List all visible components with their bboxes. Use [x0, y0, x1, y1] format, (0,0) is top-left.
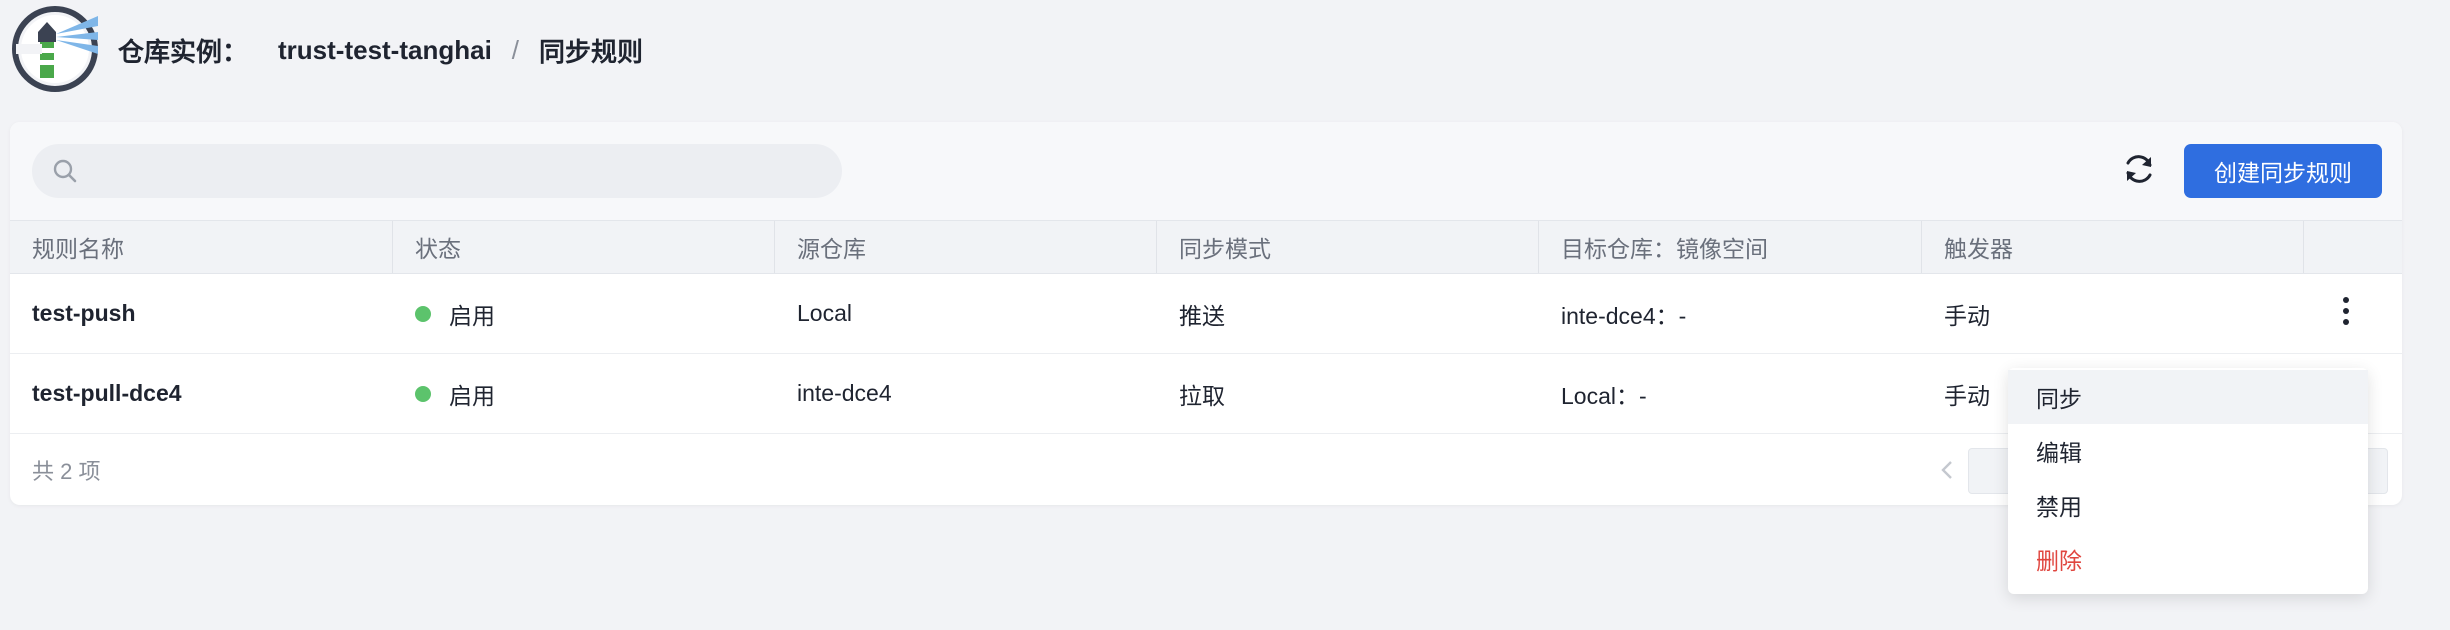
search-icon — [52, 158, 78, 184]
column-header-status[interactable]: 状态 — [393, 221, 775, 273]
source-registry: Local — [797, 300, 852, 326]
menu-item-delete[interactable]: 删除 — [2008, 532, 2368, 586]
column-header-source-registry[interactable]: 源仓库 — [775, 221, 1157, 273]
search-box[interactable] — [32, 144, 842, 198]
total-count: 共 2 项 — [32, 459, 101, 484]
status-enabled-dot-icon — [415, 385, 431, 402]
status-text: 启用 — [449, 302, 495, 329]
target-registry: inte-dce4：- — [1561, 302, 1687, 329]
column-header-sync-mode[interactable]: 同步模式 — [1157, 221, 1539, 273]
refresh-icon — [2121, 151, 2157, 192]
breadcrumb-instance-link[interactable]: trust-test-tanghai — [278, 35, 492, 66]
sync-mode: 拉取 — [1179, 382, 1225, 409]
column-header-target-registry[interactable]: 目标仓库：镜像空间 — [1539, 221, 1922, 273]
status-enabled-dot-icon — [415, 305, 431, 322]
row-actions-button[interactable] — [2304, 274, 2402, 353]
target-registry: Local：- — [1561, 382, 1647, 409]
breadcrumb-separator: / — [511, 34, 520, 65]
table-row[interactable]: test-push 启用 Local 推送 inte-dce4：- 手动 — [10, 274, 2402, 354]
menu-item-disable[interactable]: 禁用 — [2008, 478, 2368, 532]
sync-mode: 推送 — [1179, 302, 1225, 329]
menu-item-edit[interactable]: 编辑 — [2008, 424, 2368, 478]
status-cell: 启用 — [393, 354, 775, 433]
source-registry: inte-dce4 — [797, 380, 892, 406]
create-sync-rule-button[interactable]: 创建同步规则 — [2184, 144, 2382, 198]
rule-name[interactable]: test-pull-dce4 — [10, 354, 393, 433]
trigger: 手动 — [1944, 302, 1990, 329]
breadcrumb-label: 仓库实例： — [118, 36, 249, 67]
column-header-rule-name[interactable]: 规则名称 — [10, 221, 393, 273]
menu-item-sync[interactable]: 同步 — [2008, 370, 2368, 424]
chevron-left-icon[interactable] — [1936, 458, 1960, 482]
rule-name[interactable]: test-push — [10, 274, 393, 353]
status-cell: 启用 — [393, 274, 775, 353]
table-header: 规则名称 状态 源仓库 同步模式 目标仓库：镜像空间 触发器 — [10, 220, 2402, 274]
page-header: 仓库实例： trust-test-tanghai / 同步规则 — [0, 0, 2450, 100]
search-input[interactable] — [92, 144, 822, 198]
row-actions-menu: 同步 编辑 禁用 删除 — [2008, 368, 2368, 594]
toolbar: 创建同步规则 — [10, 122, 2402, 220]
page-title: 同步规则 — [539, 36, 644, 67]
refresh-button[interactable] — [2114, 146, 2164, 196]
status-text: 启用 — [449, 382, 495, 409]
column-header-trigger[interactable]: 触发器 — [1922, 221, 2304, 273]
breadcrumb: 仓库实例： trust-test-tanghai / 同步规则 — [118, 30, 643, 70]
column-header-actions — [2304, 221, 2402, 273]
lighthouse-logo-icon — [10, 4, 100, 94]
